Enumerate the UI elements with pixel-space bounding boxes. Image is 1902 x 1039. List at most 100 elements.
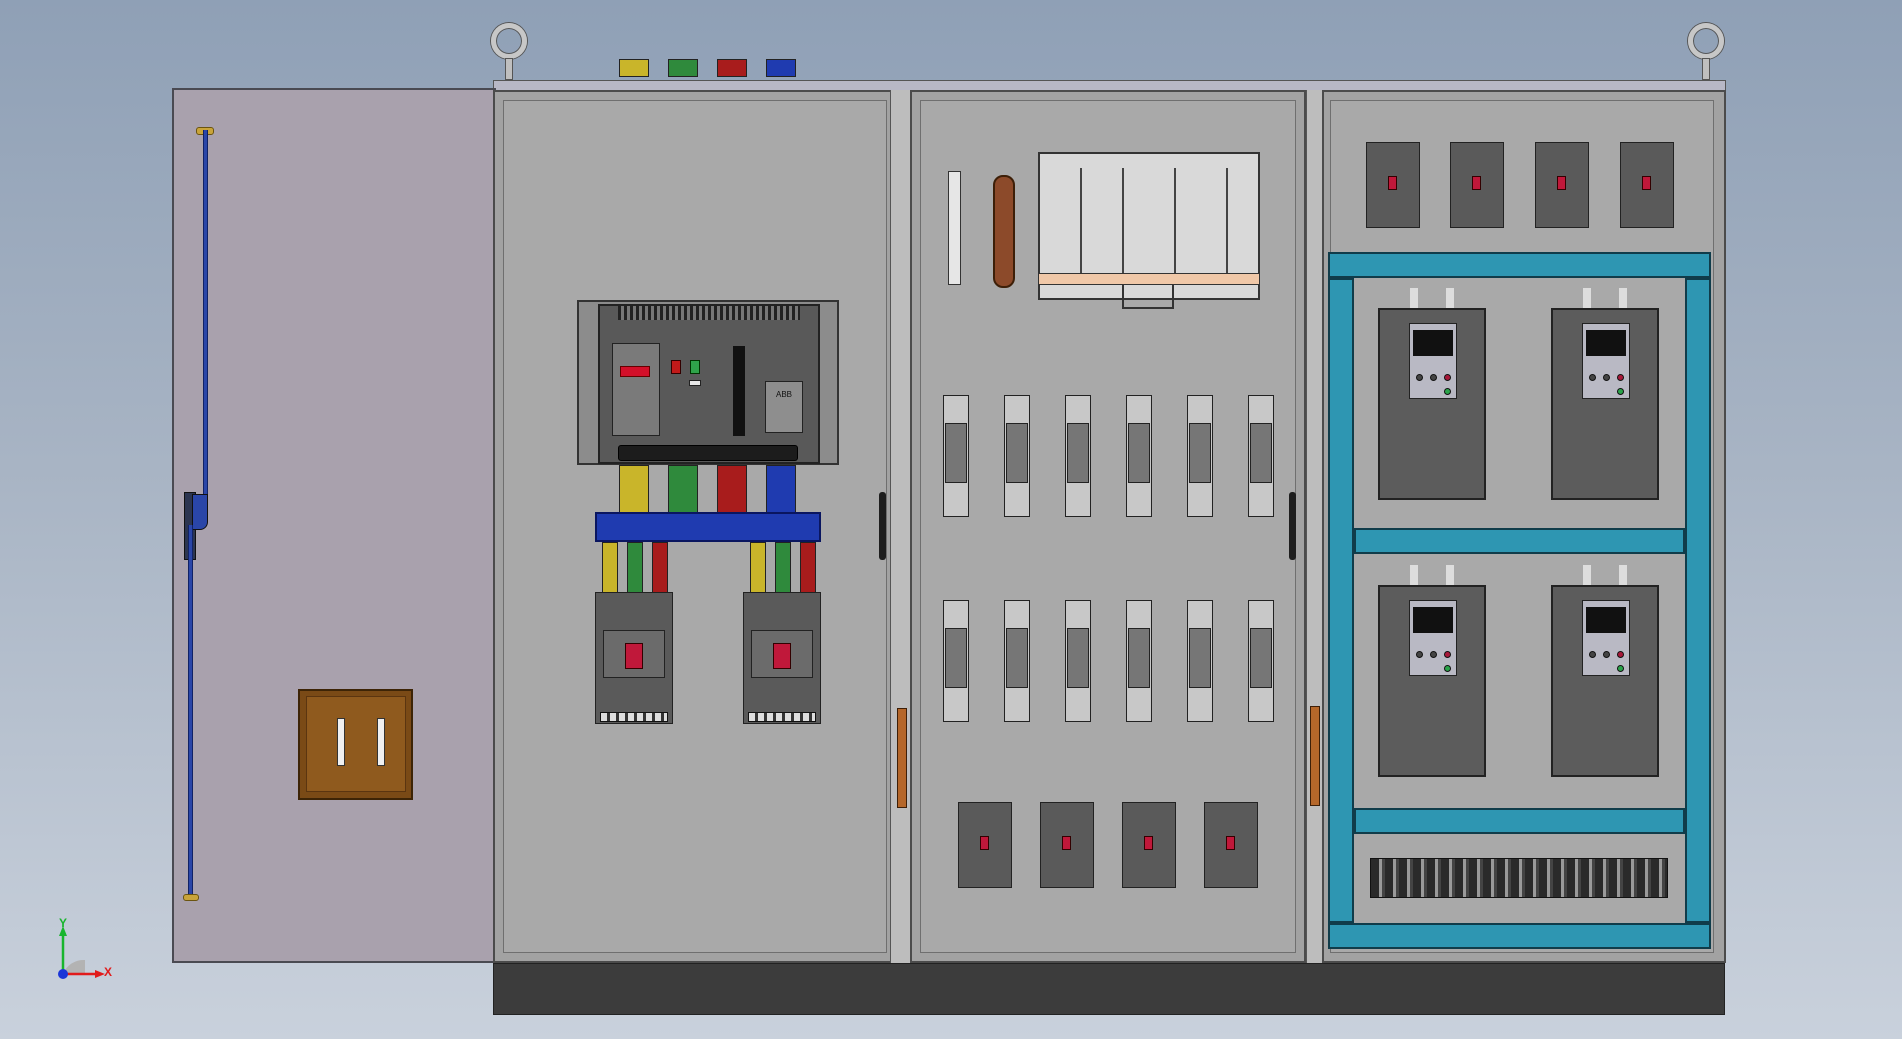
- axis-triad: Y X: [55, 916, 125, 987]
- door-rod-bottom-pivot: [183, 894, 199, 901]
- vfd-4-button[interactable]: [1589, 651, 1596, 658]
- z-axis: [58, 969, 68, 979]
- mccb-large-1-toggle[interactable]: [625, 643, 643, 669]
- mccb-small-1-toggle[interactable]: [980, 836, 989, 850]
- mccb-small-4-toggle[interactable]: [1226, 836, 1235, 850]
- fuse-holder-9-body: [1067, 628, 1089, 688]
- vfd-2-button[interactable]: [1617, 374, 1624, 381]
- vfd-1-terminal: [1410, 288, 1454, 308]
- vfd-1-button[interactable]: [1444, 388, 1451, 395]
- vfd-1-button[interactable]: [1430, 374, 1437, 381]
- vfd-4-display: [1586, 607, 1626, 633]
- mccb-small-5-toggle[interactable]: [1388, 176, 1397, 190]
- acb-vent: [618, 306, 800, 320]
- busbar-support-insulator: [595, 512, 821, 542]
- vfd-1-button[interactable]: [1416, 374, 1423, 381]
- acb-base: [618, 445, 798, 461]
- din-rail-divider-1: [1080, 168, 1082, 274]
- section-1-handle[interactable]: [879, 492, 886, 560]
- vfd-3-button[interactable]: [1430, 651, 1437, 658]
- busbar-l3-upper: [717, 465, 747, 515]
- vfd-3-button[interactable]: [1416, 651, 1423, 658]
- vfd-3-button[interactable]: [1444, 665, 1451, 672]
- door-locking-rod-lower: [188, 525, 193, 900]
- fuse-holder-10-body: [1128, 628, 1150, 688]
- document-pocket-inner: [306, 696, 406, 792]
- busbar-tab-green: [668, 59, 698, 77]
- fuse-holder-7-body: [945, 628, 967, 688]
- acb-button-green[interactable]: [690, 360, 700, 374]
- vfd-2-button[interactable]: [1589, 374, 1596, 381]
- vfd-4-button[interactable]: [1617, 651, 1624, 658]
- acb-indicator: [620, 366, 650, 377]
- cabinet-door[interactable]: [172, 88, 496, 963]
- cable-duct-bottom: [1328, 923, 1711, 949]
- acb-button-red[interactable]: [671, 360, 681, 374]
- vfd-4-terminal: [1583, 565, 1627, 585]
- fuse-holder-5-body: [1189, 423, 1211, 483]
- mccb-small-3-toggle[interactable]: [1144, 836, 1153, 850]
- axis-x-label: X: [104, 965, 113, 979]
- lifting-eye-right: [1688, 23, 1724, 59]
- busbar-tab-red: [717, 59, 747, 77]
- busbar-l1-upper: [619, 465, 649, 515]
- lifting-eye-left-stem: [505, 58, 513, 80]
- hinge-2: [1310, 706, 1320, 806]
- acb-control-panel: [612, 343, 660, 436]
- fuse-holder-3-body: [1067, 423, 1089, 483]
- neutral-terminal-strip: [948, 171, 961, 285]
- cad-viewport[interactable]: ABB Y X: [0, 0, 1902, 1039]
- vfd-4-button[interactable]: [1617, 665, 1624, 672]
- door-locking-rod-upper: [203, 130, 208, 500]
- lifting-eye-left: [491, 23, 527, 59]
- cabinet-plinth: [493, 963, 1725, 1015]
- axis-y-label: Y: [59, 916, 68, 930]
- pocket-slot-left: [337, 718, 345, 766]
- fuse-holder-4-body: [1128, 423, 1150, 483]
- acb-button-white[interactable]: [689, 380, 701, 386]
- mccb-small-8-toggle[interactable]: [1642, 176, 1651, 190]
- vfd-2-button[interactable]: [1617, 388, 1624, 395]
- cable-duct-mid-1: [1354, 528, 1685, 554]
- cable-duct-right: [1685, 278, 1711, 923]
- vfd-3-button[interactable]: [1444, 651, 1451, 658]
- lifting-eye-right-stem: [1702, 58, 1710, 80]
- vfd-3-terminal: [1410, 565, 1454, 585]
- terminal-block-row: [1370, 858, 1668, 898]
- vfd-2-display: [1586, 330, 1626, 356]
- vfd-4-button[interactable]: [1603, 651, 1610, 658]
- earth-copper-bar: [993, 175, 1015, 288]
- din-rail-divider-3: [1174, 168, 1176, 274]
- mccb-large-1-terminals: [600, 712, 668, 722]
- din-rail-divider-2: [1122, 168, 1124, 274]
- din-rail-foot: [1122, 285, 1174, 309]
- pocket-slot-right: [377, 718, 385, 766]
- section-2-handle[interactable]: [1289, 492, 1296, 560]
- cable-duct-top: [1328, 252, 1711, 278]
- fuse-holder-6-body: [1250, 423, 1272, 483]
- fuse-holder-1-body: [945, 423, 967, 483]
- acb-nameplate: ABB: [765, 381, 803, 433]
- door-latch-arm: [192, 494, 208, 530]
- din-rail-divider-4: [1226, 168, 1228, 274]
- mccb-small-7-toggle[interactable]: [1557, 176, 1566, 190]
- busbar-tab-yellow: [619, 59, 649, 77]
- busbar-l2-upper: [668, 465, 698, 515]
- mccb-large-2-toggle[interactable]: [773, 643, 791, 669]
- cable-duct-mid-2: [1354, 808, 1685, 834]
- fuse-holder-2-body: [1006, 423, 1028, 483]
- vfd-1-button[interactable]: [1444, 374, 1451, 381]
- mccb-large-2-terminals: [748, 712, 816, 722]
- vfd-1-display: [1413, 330, 1453, 356]
- vfd-3-display: [1413, 607, 1453, 633]
- fuse-holder-8-body: [1006, 628, 1028, 688]
- hinge-1: [897, 708, 907, 808]
- mccb-small-6-toggle[interactable]: [1472, 176, 1481, 190]
- vfd-2-terminal: [1583, 288, 1627, 308]
- din-rail-base: [1038, 273, 1260, 285]
- vfd-2-button[interactable]: [1603, 374, 1610, 381]
- fuse-holder-12-body: [1250, 628, 1272, 688]
- mccb-small-2-toggle[interactable]: [1062, 836, 1071, 850]
- busbar-tab-blue: [766, 59, 796, 77]
- cable-duct-left: [1328, 278, 1354, 923]
